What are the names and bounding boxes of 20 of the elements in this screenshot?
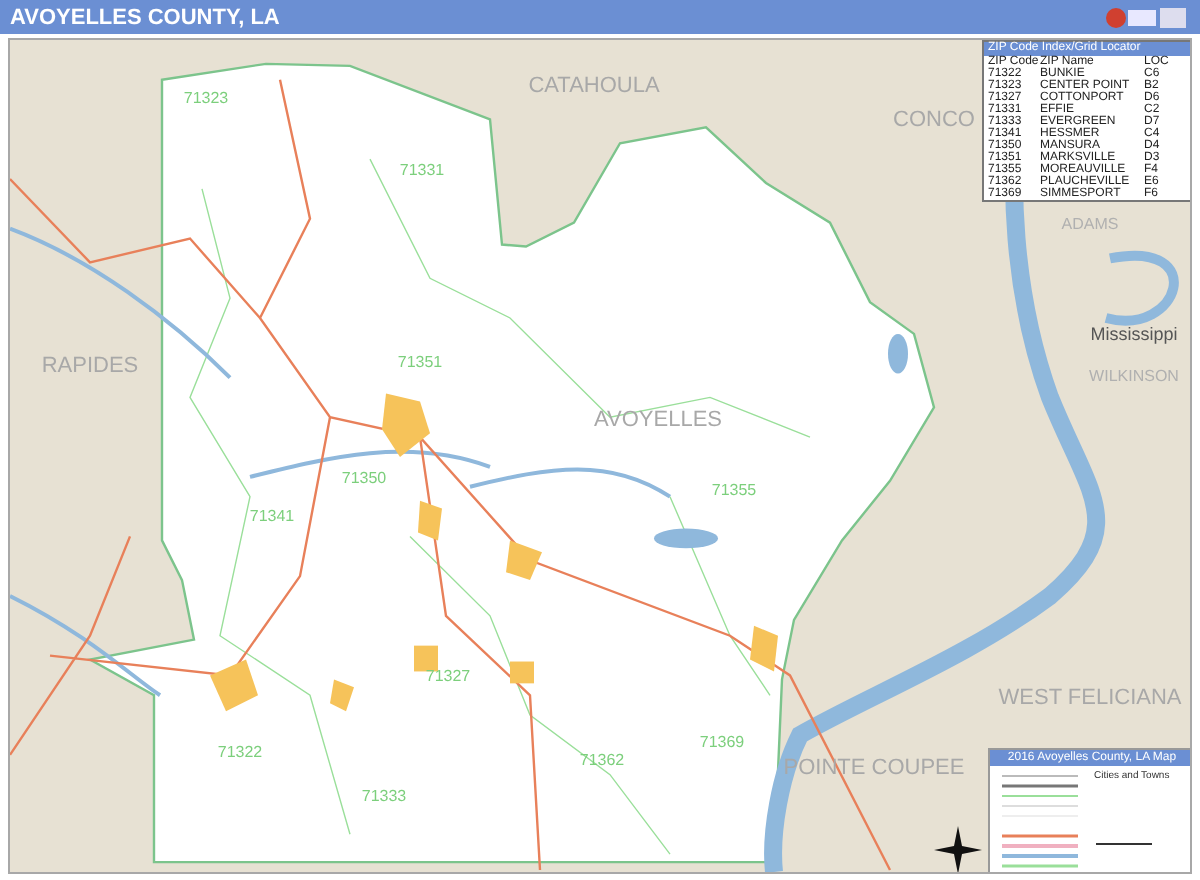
region-label: RAPIDES [41,354,139,378]
map-title: AVOYELLES COUNTY, LA [10,5,280,29]
zip-code-label: 71341 [249,507,295,525]
zip-code-label: 71369 [699,733,745,751]
zip-code-label: 71331 [399,161,445,179]
region-label: AVOYELLES [594,408,722,432]
zip-code-label: 71323 [183,89,229,107]
region-label: CONCO [893,108,975,132]
region-label: WEST FELICIANA [998,686,1182,710]
zip-code-label: 71351 [397,353,443,371]
zip-code-label: 71355 [711,481,757,499]
region-label: CATAHOULA [528,74,660,98]
scale-bar-icon [1094,838,1154,850]
zip-code-label: 71350 [341,469,387,487]
region-label: Mississippi [1090,324,1178,344]
zip-code-label: 71322 [217,743,263,761]
logo-icon [1104,3,1188,31]
zip-code-label: 71333 [361,787,407,805]
zip-code-label: 71327 [425,667,471,685]
compass-rose-icon [934,826,982,872]
